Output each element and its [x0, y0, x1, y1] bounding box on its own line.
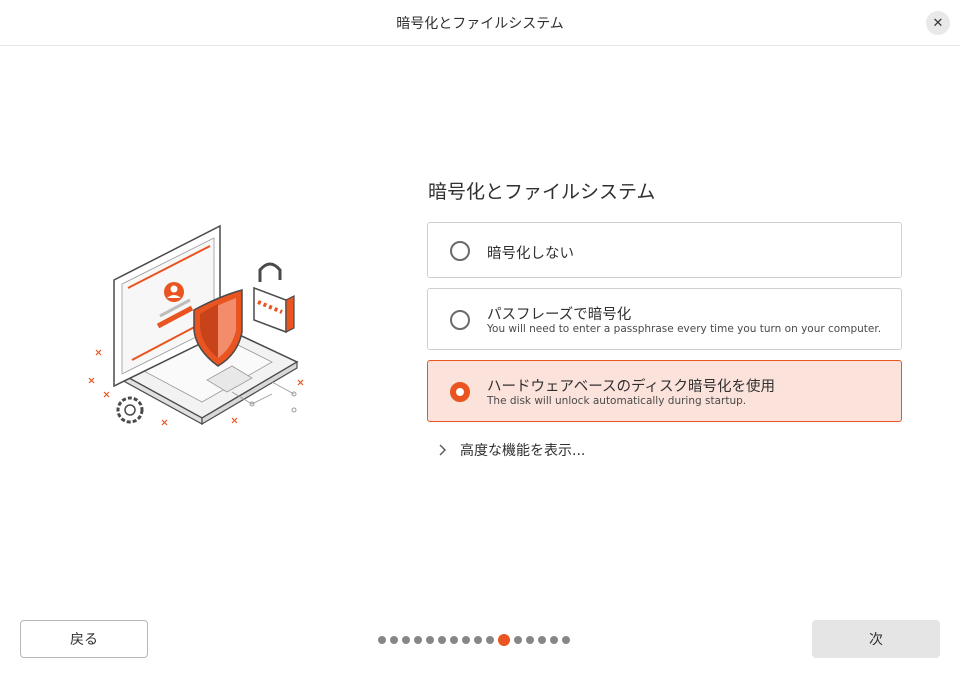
option-label: ハードウェアベースのディスク暗号化を使用 [487, 379, 775, 395]
advanced-features-label: 高度な機能を表示... [460, 443, 586, 459]
title-bar: 暗号化とファイルシステム ✕ [0, 0, 960, 46]
option-description: The disk will unlock automatically durin… [487, 395, 747, 407]
laptop-security-illustration [88, 224, 304, 426]
next-button[interactable]: 次 [812, 620, 940, 658]
progress-dot [550, 636, 558, 644]
option-description: You will need to enter a passphrase ever… [487, 323, 882, 335]
progress-dot [526, 636, 534, 644]
page-heading: 暗号化とファイルシステム [428, 181, 656, 203]
progress-dot-active [498, 634, 510, 646]
radio-passphrase-encryption[interactable] [450, 310, 470, 330]
progress-dot [390, 636, 398, 644]
option-label: 暗号化しない [487, 246, 574, 262]
progress-dots [378, 634, 570, 646]
option-hardware-encryption[interactable]: ハードウェアベースのディスク暗号化を使用 The disk will unloc… [427, 360, 902, 422]
radio-hardware-encryption[interactable] [450, 382, 470, 402]
progress-dot [438, 636, 446, 644]
progress-dot [486, 636, 494, 644]
chevron-right-icon [439, 444, 446, 456]
progress-dot [414, 636, 422, 644]
close-button[interactable]: ✕ [926, 11, 950, 35]
progress-dot [562, 636, 570, 644]
progress-dot [378, 636, 386, 644]
option-no-encryption[interactable]: 暗号化しない [427, 222, 902, 278]
progress-dot [514, 636, 522, 644]
option-label: パスフレーズで暗号化 [487, 307, 632, 323]
close-icon: ✕ [932, 15, 944, 31]
option-passphrase-encryption[interactable]: パスフレーズで暗号化 You will need to enter a pass… [427, 288, 902, 350]
progress-dot [402, 636, 410, 644]
progress-dot [450, 636, 458, 644]
advanced-features-expander[interactable]: 高度な機能を表示... [436, 440, 585, 460]
window-title: 暗号化とファイルシステム [396, 16, 564, 32]
progress-dot [426, 636, 434, 644]
progress-dot [462, 636, 470, 644]
progress-dot [474, 636, 482, 644]
back-button[interactable]: 戻る [20, 620, 148, 658]
progress-dot [538, 636, 546, 644]
radio-no-encryption[interactable] [450, 241, 470, 261]
